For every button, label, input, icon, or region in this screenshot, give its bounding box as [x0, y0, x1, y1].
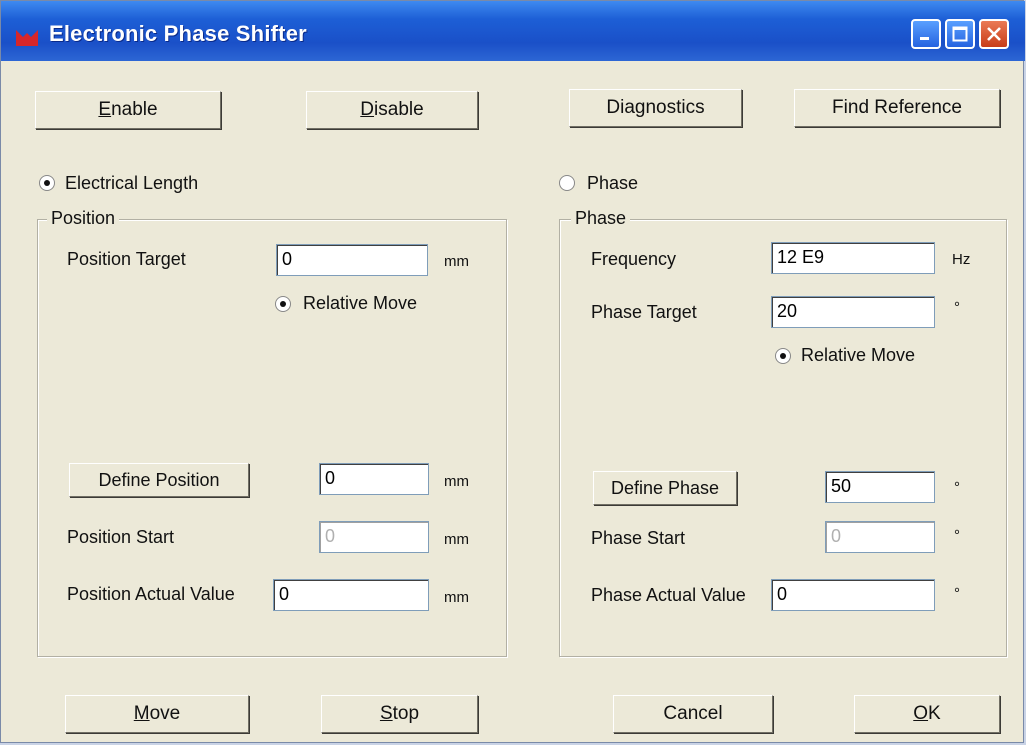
electrical-length-label[interactable]: Electrical Length [65, 173, 198, 194]
cancel-button[interactable]: Cancel [613, 695, 773, 733]
phase-start-label: Phase Start [591, 528, 686, 548]
electrical-length-radio[interactable] [39, 175, 55, 191]
stop-button[interactable]: Stop [321, 695, 478, 733]
app-icon [16, 30, 38, 46]
frequency-input[interactable]: 12 E9 [771, 242, 935, 274]
find-reference-button[interactable]: Find Reference [794, 89, 1000, 127]
position-actual-label: Position Actual Value [67, 584, 235, 604]
phase-group-title: Phase [571, 208, 631, 229]
phase-target-label: Phase Target [591, 302, 697, 322]
diagnostics-button[interactable]: Diagnostics [569, 89, 742, 127]
define-phase-unit: ° [954, 479, 960, 496]
ok-button[interactable]: OK [854, 695, 1000, 733]
phase-actual-unit: ° [954, 585, 960, 602]
phase-relative-move-label[interactable]: Relative Move [801, 345, 915, 366]
define-phase-input[interactable]: 50 [825, 471, 935, 503]
position-start-input: 0 [319, 521, 429, 553]
position-start-unit: mm [444, 531, 469, 548]
define-phase-button[interactable]: Define Phase [593, 471, 737, 505]
close-button[interactable] [979, 19, 1009, 49]
phase-start-input: 0 [825, 521, 935, 553]
maximize-icon [952, 26, 968, 42]
close-icon [987, 27, 1001, 41]
phase-target-input[interactable]: 20 [771, 296, 935, 328]
position-group-title: Position [47, 208, 120, 229]
phase-actual-label: Phase Actual Value [591, 585, 746, 605]
define-position-button[interactable]: Define Position [69, 463, 249, 497]
phase-start-unit: ° [954, 527, 960, 544]
disable-button[interactable]: Disable [306, 91, 478, 129]
position-actual-unit: mm [444, 589, 469, 606]
maximize-button[interactable] [945, 19, 975, 49]
title-bar[interactable]: Electronic Phase Shifter [1, 1, 1025, 61]
position-target-input[interactable]: 0 [276, 244, 428, 276]
minimize-button[interactable] [911, 19, 941, 49]
position-relative-move-label[interactable]: Relative Move [303, 293, 417, 314]
phase-actual-input[interactable]: 0 [771, 579, 935, 611]
frequency-label: Frequency [591, 249, 677, 269]
phase-relative-move-radio[interactable] [775, 348, 791, 364]
position-target-unit: mm [444, 253, 469, 270]
phase-target-unit: ° [954, 299, 960, 316]
define-position-input[interactable]: 0 [319, 463, 429, 495]
phase-radio[interactable] [559, 175, 575, 191]
enable-button[interactable]: Enable [35, 91, 221, 129]
move-button[interactable]: Move [65, 695, 249, 733]
phase-shifter-window: Electronic Phase Shifter Enable Disable … [0, 0, 1025, 743]
position-actual-input[interactable]: 0 [273, 579, 429, 611]
position-target-label: Position Target [67, 249, 186, 269]
frequency-unit: Hz [952, 251, 971, 268]
position-start-label: Position Start [67, 527, 175, 547]
phase-mode-label[interactable]: Phase [587, 173, 638, 194]
position-relative-move-radio[interactable] [275, 296, 291, 312]
window-title: Electronic Phase Shifter [49, 21, 307, 46]
define-position-unit: mm [444, 473, 469, 490]
minimize-icon [920, 37, 929, 40]
